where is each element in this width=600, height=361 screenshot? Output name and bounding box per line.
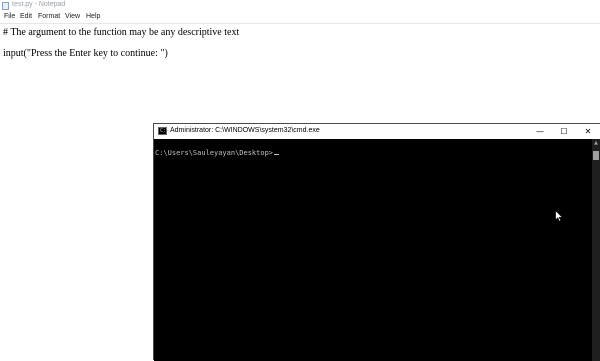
menu-view[interactable]: View xyxy=(65,13,80,20)
text-line-comment: # The argument to the function may be an… xyxy=(3,27,240,38)
maximize-button[interactable]: ☐ xyxy=(552,124,576,139)
notepad-titlebar[interactable]: test.py - Notepad xyxy=(0,0,600,12)
close-button[interactable]: ✕ xyxy=(576,124,600,139)
cmd-window: C:\ Administrator: C:\WINDOWS\system32\c… xyxy=(153,123,600,361)
menu-edit[interactable]: Edit xyxy=(20,13,32,20)
menu-file[interactable]: File xyxy=(4,13,15,20)
cmd-icon-glyph: C:\ xyxy=(160,128,170,134)
cmd-prompt-line: C:\Users\Sauleyayan\Desktop> xyxy=(155,149,280,157)
cmd-titlebar[interactable]: C:\ Administrator: C:\WINDOWS\system32\c… xyxy=(154,124,600,139)
notepad-app-icon xyxy=(2,2,9,10)
scroll-up-arrow-icon[interactable]: ▲ xyxy=(592,140,600,146)
menu-format[interactable]: Format xyxy=(38,13,60,20)
menu-help[interactable]: Help xyxy=(86,13,100,20)
cmd-app-icon: C:\ xyxy=(158,127,170,135)
scrollbar-thumb[interactable] xyxy=(593,151,599,160)
cmd-console[interactable]: C:\Users\Sauleyayan\Desktop> xyxy=(154,139,593,361)
notepad-window-title: test.py - Notepad xyxy=(12,1,66,8)
cmd-prompt: C:\Users\Sauleyayan\Desktop> xyxy=(155,149,274,157)
cmd-scrollbar[interactable]: ▲ xyxy=(592,139,600,361)
notepad-menubar: File Edit Format View Help xyxy=(0,12,600,24)
text-cursor xyxy=(274,154,280,155)
text-line-input-call: input("Press the Enter key to continue: … xyxy=(3,48,168,59)
mouse-pointer-icon xyxy=(555,210,563,222)
minimize-button[interactable]: — xyxy=(528,124,552,139)
cmd-window-title: Administrator: C:\WINDOWS\system32\cmd.e… xyxy=(170,127,320,134)
